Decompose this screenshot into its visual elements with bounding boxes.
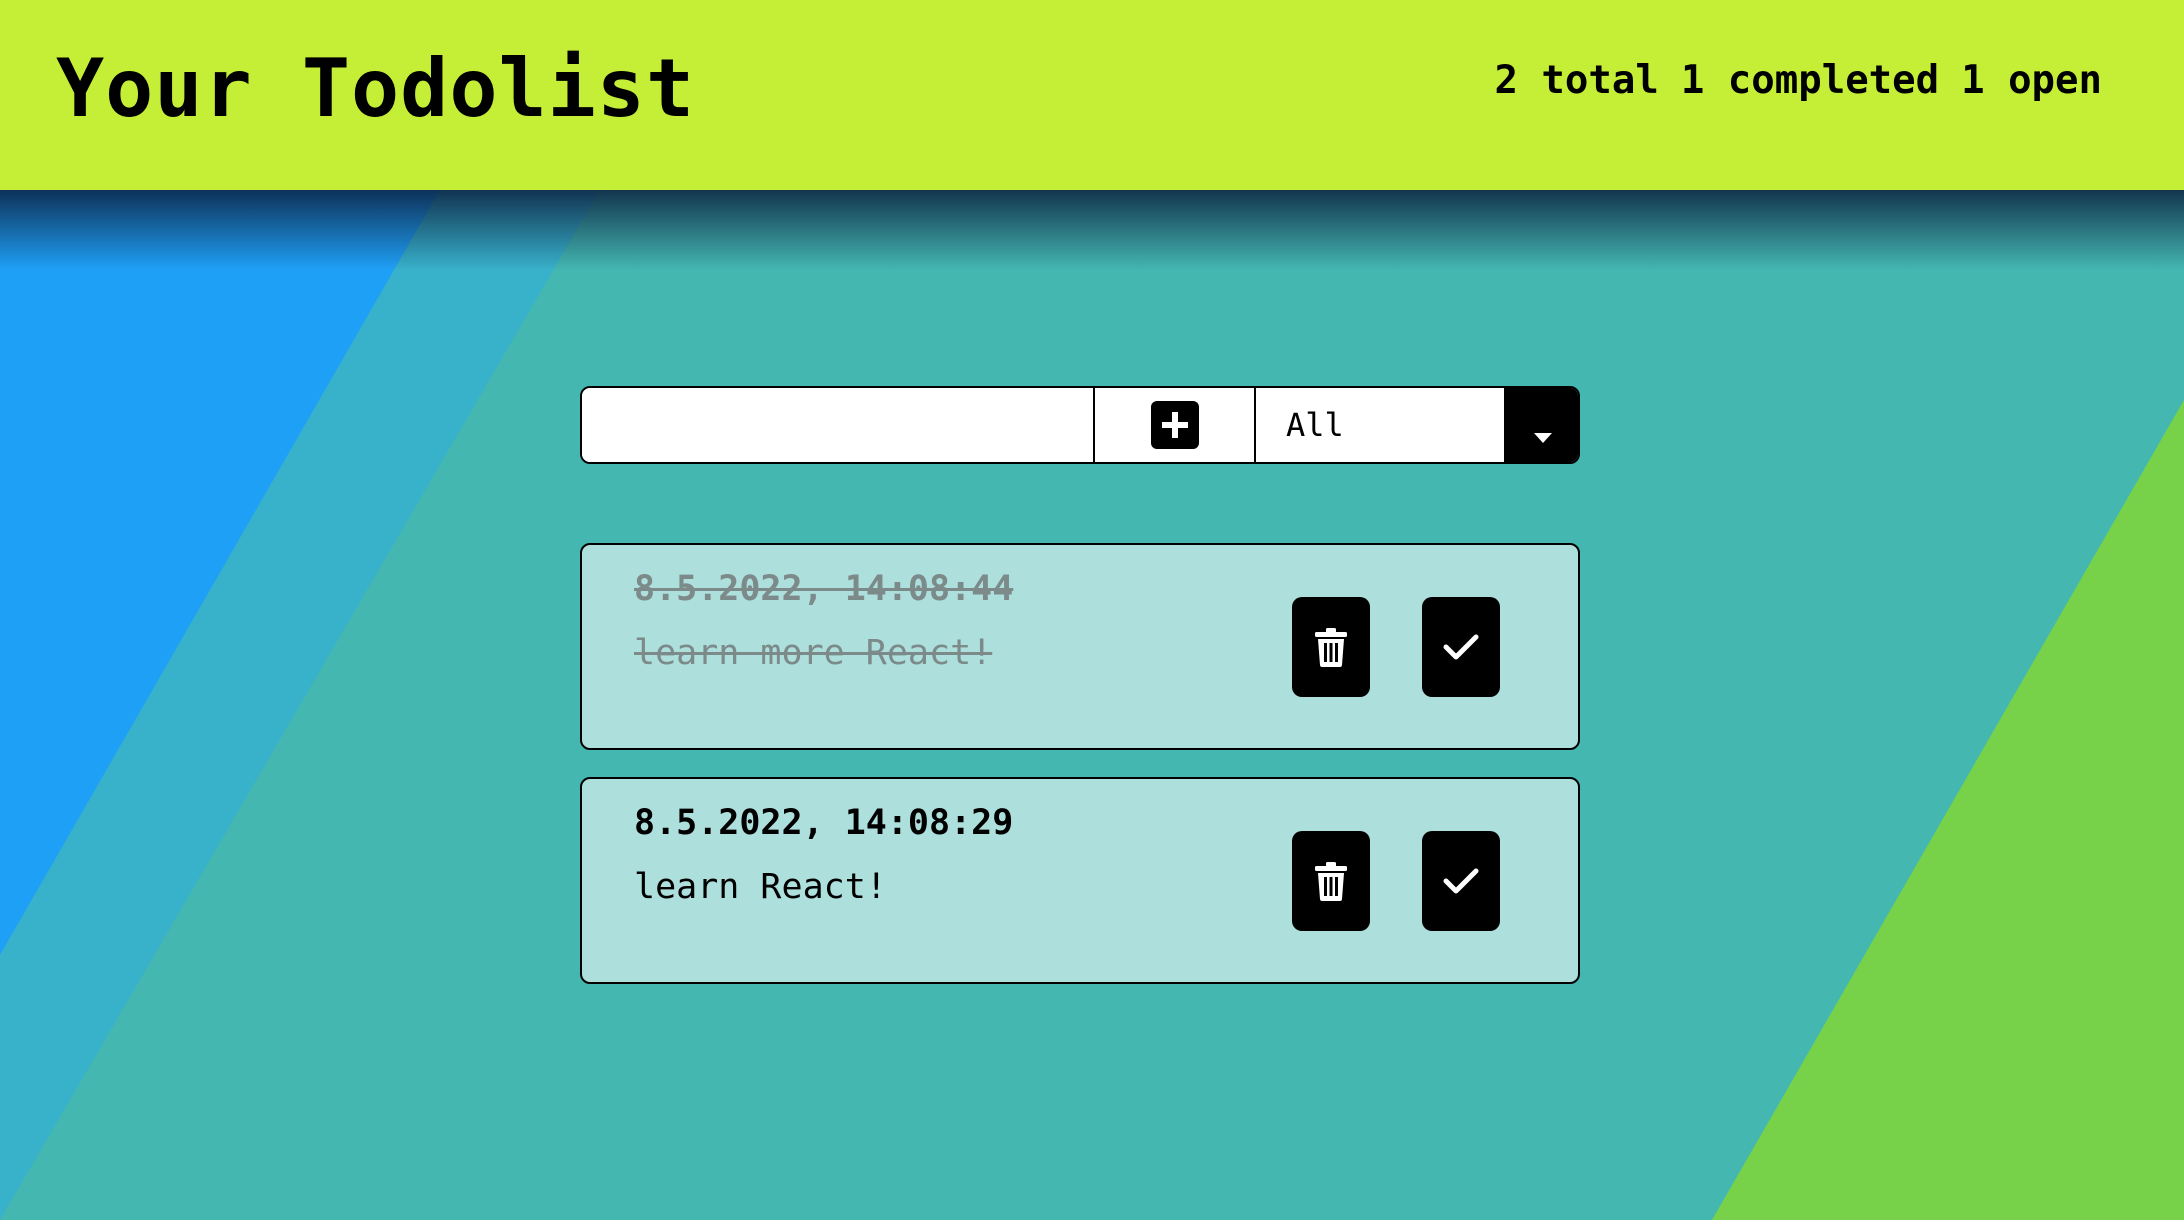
delete-button[interactable]: [1292, 597, 1370, 697]
todo-stats: 2 total 1 completed 1 open: [1494, 58, 2102, 103]
page-title: Your Todolist: [56, 42, 696, 135]
check-icon: [1443, 868, 1479, 894]
todo-item: 8.5.2022, 14:08:29 learn React!: [580, 777, 1580, 984]
todo-date: 8.5.2022, 14:08:44: [634, 569, 1014, 609]
todo-text: learn React!: [634, 867, 887, 907]
check-icon: [1443, 634, 1479, 660]
complete-button[interactable]: [1422, 597, 1500, 697]
completed-count: 1 completed: [1680, 58, 1940, 103]
todo-date: 8.5.2022, 14:08:29: [634, 803, 1014, 843]
filter-selected-value: All: [1286, 406, 1344, 444]
todo-item: 8.5.2022, 14:08:44 learn more React!: [580, 543, 1580, 750]
delete-button[interactable]: [1292, 831, 1370, 931]
total-count: 2 total: [1494, 58, 1659, 103]
plus-icon: [1150, 401, 1199, 449]
new-todo-input[interactable]: [582, 388, 1093, 462]
todo-controls: All: [580, 386, 1580, 464]
header: Your Todolist 2 total 1 completed 1 open: [0, 0, 2184, 190]
todo-text: learn more React!: [634, 633, 993, 673]
header-shadow: [0, 190, 2184, 270]
trash-icon: [1315, 628, 1347, 667]
trash-icon: [1315, 862, 1347, 901]
filter-dropdown-button[interactable]: [1504, 388, 1578, 462]
complete-button[interactable]: [1422, 831, 1500, 931]
add-todo-button[interactable]: [1093, 388, 1256, 462]
filter-select[interactable]: All: [1256, 388, 1504, 462]
open-count: 1 open: [1961, 58, 2102, 103]
caret-down-icon: [1534, 433, 1552, 443]
page: Your Todolist 2 total 1 completed 1 open A…: [0, 0, 2184, 1220]
